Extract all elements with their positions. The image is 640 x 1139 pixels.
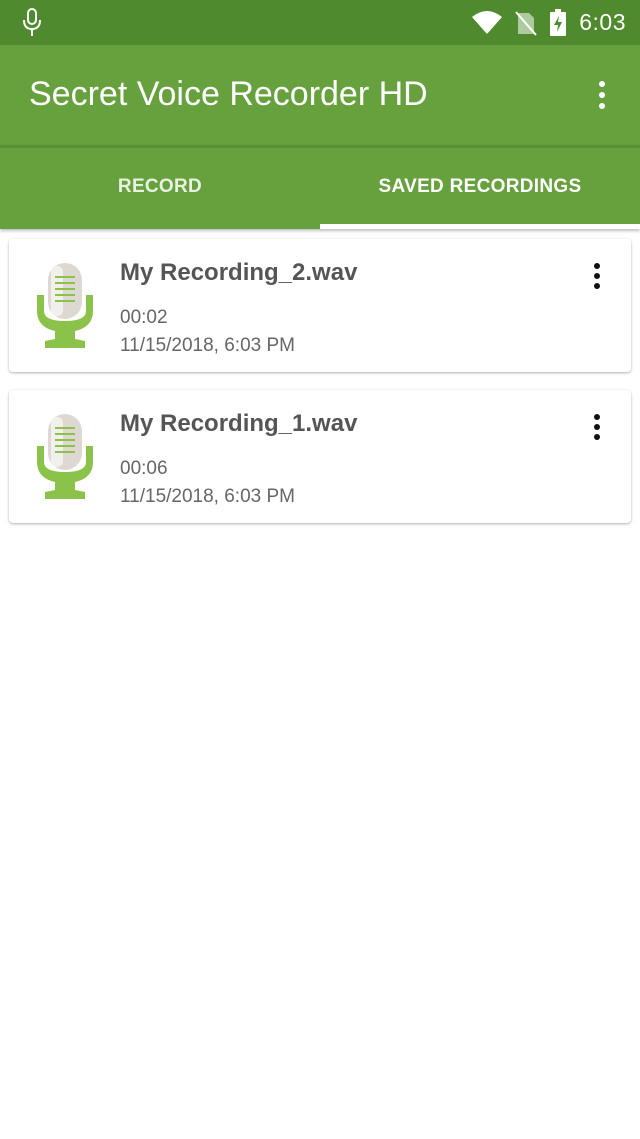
recording-item[interactable]: My Recording_2.wav 00:02 11/15/2018, 6:0… <box>9 239 631 372</box>
recording-name: My Recording_2.wav <box>120 259 358 286</box>
microphone-icon <box>37 263 93 348</box>
status-time: 6:03 <box>579 9 626 35</box>
microphone-icon <box>37 414 93 499</box>
status-bar: 6:03 <box>0 0 640 45</box>
tab-bar: RECORD SAVED RECORDINGS <box>0 145 640 229</box>
more-vert-icon[interactable] <box>585 259 609 293</box>
recording-duration: 00:06 <box>120 458 168 479</box>
app-title: Secret Voice Recorder HD <box>29 75 428 113</box>
battery-charging-icon <box>550 8 567 36</box>
recording-item[interactable]: My Recording_1.wav 00:06 11/15/2018, 6:0… <box>9 390 631 523</box>
recording-duration: 00:02 <box>120 307 168 328</box>
wifi-icon <box>472 10 503 34</box>
tab-saved-recordings[interactable]: SAVED RECORDINGS <box>320 145 640 229</box>
no-sim-icon <box>515 10 537 36</box>
recording-date: 11/15/2018, 6:03 PM <box>120 486 295 507</box>
microphone-icon <box>23 8 41 36</box>
more-vert-icon[interactable] <box>585 410 609 444</box>
tab-indicator <box>320 224 640 229</box>
app-bar: Secret Voice Recorder HD <box>0 45 640 145</box>
recording-date: 11/15/2018, 6:03 PM <box>120 335 295 356</box>
recording-name: My Recording_1.wav <box>120 410 358 437</box>
tab-record[interactable]: RECORD <box>0 145 320 229</box>
more-vert-icon[interactable] <box>590 75 614 115</box>
